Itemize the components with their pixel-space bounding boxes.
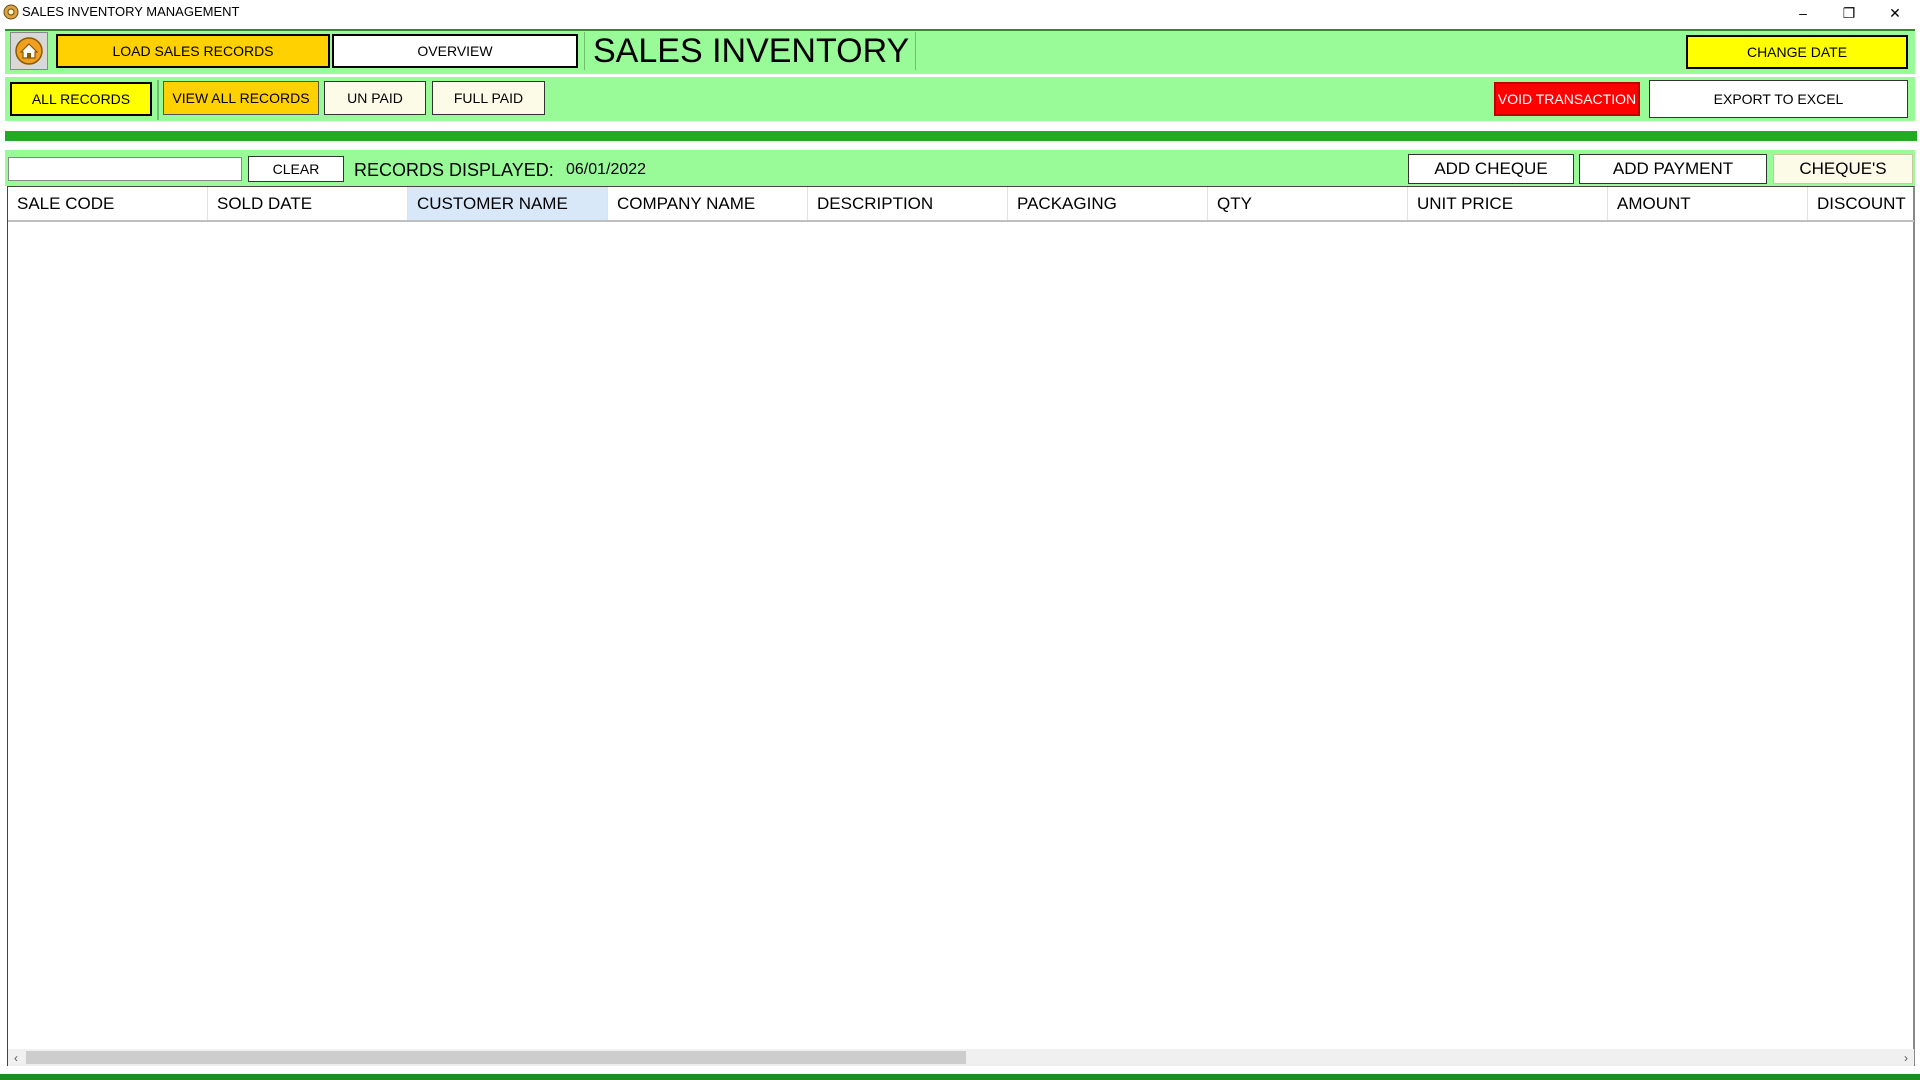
all-records-button[interactable]: ALL RECORDS [10,82,152,116]
load-sales-records-button[interactable]: LOAD SALES RECORDS [56,34,330,68]
toolbar-divider [157,80,159,120]
void-transaction-button[interactable]: VOID TRANSACTION [1494,82,1640,116]
minimize-icon[interactable]: – [1780,0,1826,26]
grid-header: SALE CODE SOLD DATE CUSTOMER NAME COMPAN… [8,187,1914,222]
column-header-discount[interactable]: DISCOUNT [1808,187,1914,220]
add-payment-button[interactable]: ADD PAYMENT [1579,154,1767,184]
full-paid-button[interactable]: FULL PAID [432,81,545,115]
search-input[interactable] [8,157,242,181]
records-date: 06/01/2022 [566,161,647,178]
export-to-excel-button[interactable]: EXPORT TO EXCEL [1649,80,1908,118]
sales-records-grid[interactable]: SALE CODE SOLD DATE CUSTOMER NAME COMPAN… [7,186,1915,1066]
home-button[interactable] [10,32,48,70]
app-icon [3,4,19,20]
column-header-sold-date[interactable]: SOLD DATE [208,187,408,220]
un-paid-button[interactable]: UN PAID [324,81,426,115]
column-header-amount[interactable]: AMOUNT [1608,187,1808,220]
column-header-packaging[interactable]: PACKAGING [1008,187,1208,220]
status-bar [0,1074,1920,1080]
home-icon [15,37,43,65]
add-cheque-button[interactable]: ADD CHEQUE [1408,154,1574,184]
column-header-unit-price[interactable]: UNIT PRICE [1408,187,1608,220]
overview-button[interactable]: OVERVIEW [332,34,578,68]
restore-icon[interactable]: ❐ [1826,0,1872,26]
column-header-company-name[interactable]: COMPANY NAME [608,187,808,220]
column-header-customer-name[interactable]: CUSTOMER NAME [408,187,608,220]
column-header-qty[interactable]: QTY [1208,187,1408,220]
window-title: SALES INVENTORY MANAGEMENT [22,4,240,19]
column-header-sale-code[interactable]: SALE CODE [8,187,208,220]
window-titlebar: SALES INVENTORY MANAGEMENT – ❐ ✕ [0,0,1920,26]
records-displayed-label: RECORDS DISPLAYED: [354,160,554,180]
cheques-button[interactable]: CHEQUE'S [1773,154,1913,184]
scroll-right-icon[interactable]: › [1898,1049,1914,1066]
close-icon[interactable]: ✕ [1872,0,1918,26]
change-date-button[interactable]: CHANGE DATE [1686,35,1908,69]
view-all-records-button[interactable]: VIEW ALL RECORDS [163,81,319,115]
page-title: SALES INVENTORY [584,32,916,70]
clear-button[interactable]: CLEAR [248,156,344,182]
column-header-description[interactable]: DESCRIPTION [808,187,1008,220]
scrollbar-thumb[interactable] [26,1051,966,1064]
scroll-left-icon[interactable]: ‹ [8,1049,24,1066]
horizontal-scrollbar[interactable]: ‹ › [8,1049,1914,1066]
section-divider [5,131,1917,141]
